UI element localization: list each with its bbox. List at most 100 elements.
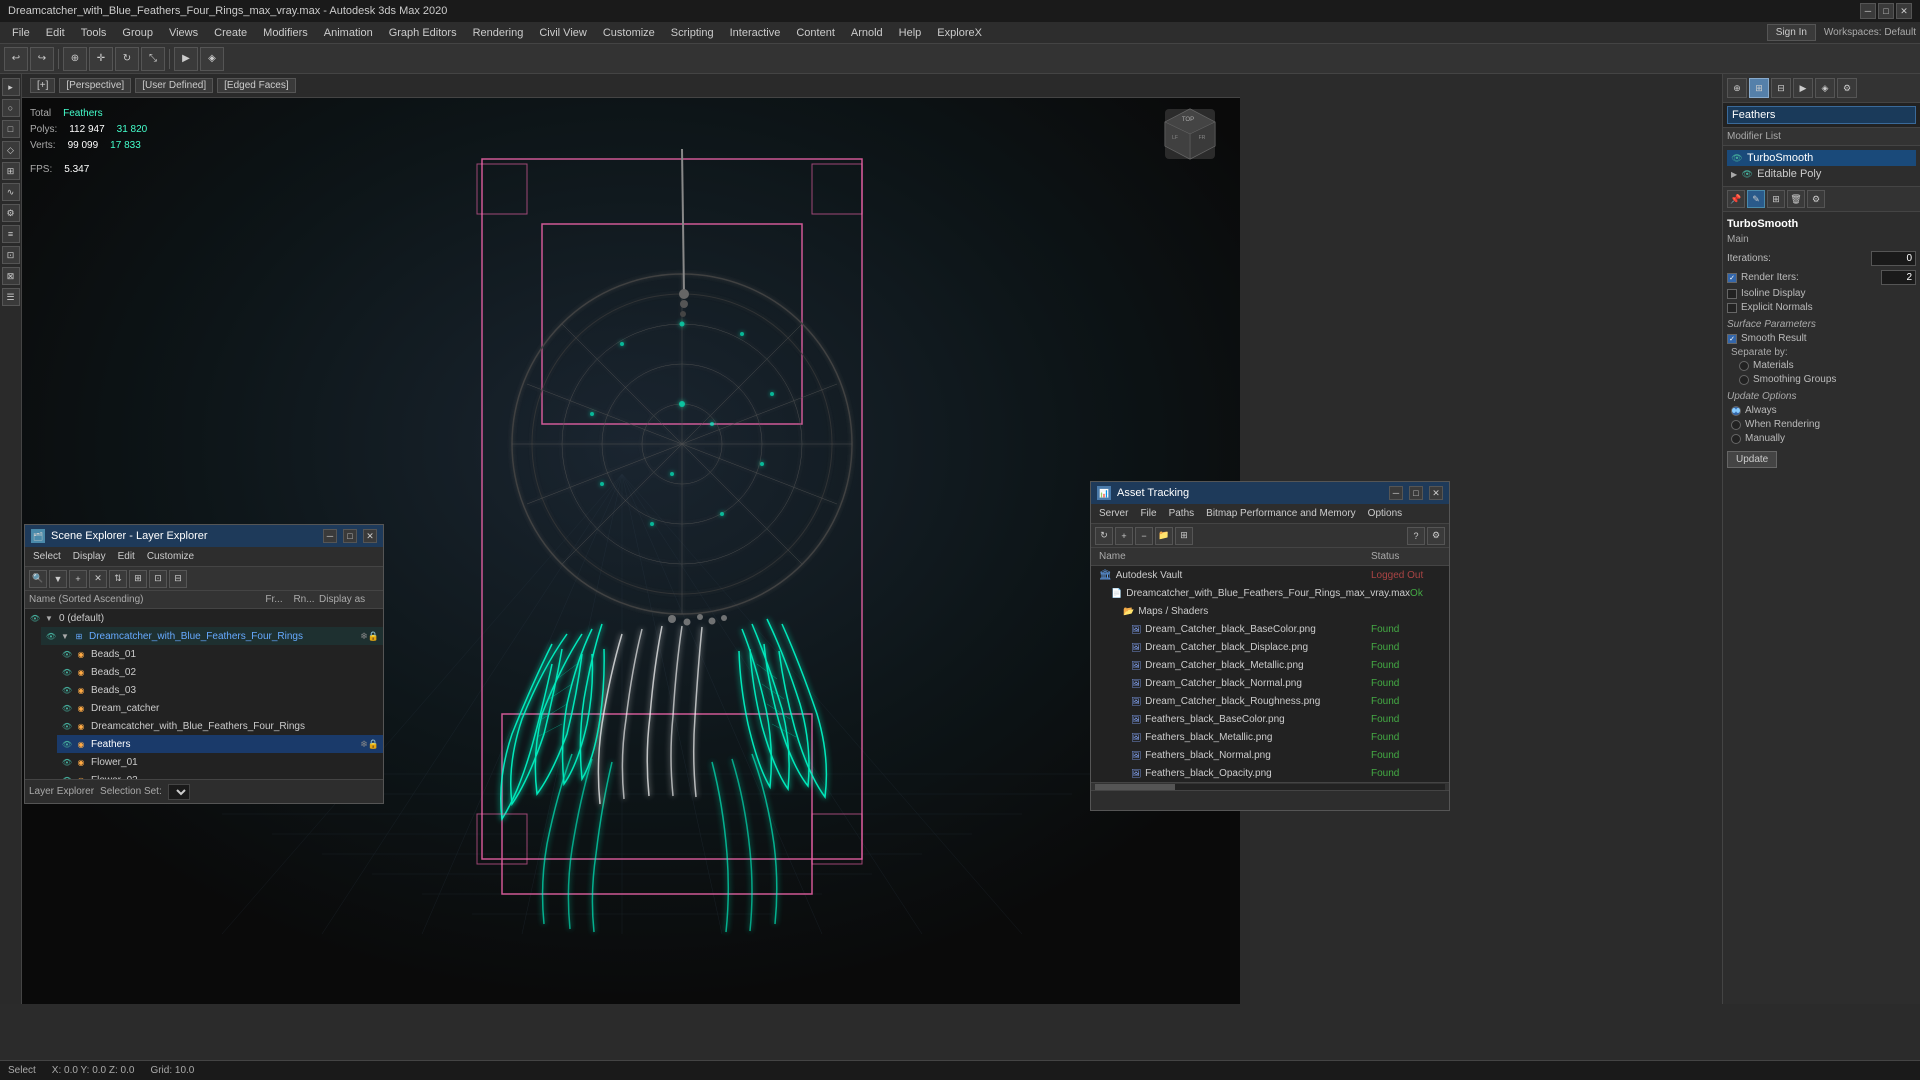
se-add-btn[interactable]: + (69, 570, 87, 588)
rp-hierarchy-icon[interactable]: ⊟ (1771, 78, 1791, 98)
se-minimize-btn[interactable]: ─ (323, 529, 337, 543)
mod-configure-btn[interactable]: ⚙ (1807, 190, 1825, 208)
vp-label-userdefined[interactable]: [User Defined] (135, 78, 213, 93)
at-row-img4[interactable]: 🖼 Dream_Catcher_black_Normal.png Found (1091, 674, 1449, 692)
se-row-beads03[interactable]: 👁 ◉ Beads_03 (57, 681, 383, 699)
isoline-checkbox[interactable] (1727, 289, 1737, 299)
mod-edit-btn[interactable]: ✎ (1747, 190, 1765, 208)
at-menu-paths[interactable]: Paths (1165, 507, 1199, 520)
at-row-img8[interactable]: 🖼 Feathers_black_Normal.png Found (1091, 746, 1449, 764)
menu-help[interactable]: Help (891, 25, 930, 41)
at-row-img9[interactable]: 🖼 Feathers_black_Opacity.png Found (1091, 764, 1449, 782)
at-row-img2[interactable]: 🖼 Dream_Catcher_black_Displace.png Found (1091, 638, 1449, 656)
smoothing-groups-radio[interactable] (1739, 375, 1749, 385)
at-menu-server[interactable]: Server (1095, 507, 1132, 520)
rp-utilities-icon[interactable]: ⚙ (1837, 78, 1857, 98)
at-menu-bitmap[interactable]: Bitmap Performance and Memory (1202, 507, 1360, 520)
minimize-button[interactable]: ─ (1860, 3, 1876, 19)
vp-label-edgedfaces[interactable]: [Edged Faces] (217, 78, 295, 93)
menu-graph-editors[interactable]: Graph Editors (381, 25, 465, 41)
menu-animation[interactable]: Animation (316, 25, 381, 41)
se-row-flower01[interactable]: 👁 ◉ Flower_01 (57, 753, 383, 771)
at-row-img7[interactable]: 🖼 Feathers_black_Metallic.png Found (1091, 728, 1449, 746)
menu-customize[interactable]: Customize (595, 25, 663, 41)
se-row-beads01[interactable]: 👁 ◉ Beads_01 (57, 645, 383, 663)
when-rendering-radio[interactable] (1731, 420, 1741, 430)
se-sort-btn[interactable]: ⇅ (109, 570, 127, 588)
rotate-button[interactable]: ↻ (115, 47, 139, 71)
iterations-input[interactable]: 0 (1871, 251, 1916, 266)
smooth-result-checkbox[interactable] (1727, 334, 1737, 344)
move-button[interactable]: ✛ (89, 47, 113, 71)
vp-label-perspective[interactable]: [Perspective] (59, 78, 131, 93)
se-row-dreamcatcher-with[interactable]: 👁 ◉ Dreamcatcher_with_Blue_Feathers_Four… (57, 717, 383, 735)
modifier-editable-poly[interactable]: ▶ 👁 Editable Poly (1727, 166, 1916, 182)
turbosmooth-eye-icon[interactable]: 👁 (1731, 152, 1743, 164)
menu-group[interactable]: Group (114, 25, 161, 41)
se-row-beads02[interactable]: 👁 ◉ Beads_02 (57, 663, 383, 681)
menu-explorex[interactable]: ExploreX (929, 25, 990, 41)
se-row-dreamcatcher[interactable]: 👁 ◉ Dream_catcher (57, 699, 383, 717)
rp-create-icon[interactable]: ⊕ (1727, 78, 1747, 98)
menu-rendering[interactable]: Rendering (465, 25, 532, 41)
undo-button[interactable]: ↩ (4, 47, 28, 71)
menu-interactive[interactable]: Interactive (722, 25, 789, 41)
render-iters-checkbox[interactable] (1727, 273, 1737, 283)
maximize-button[interactable]: □ (1878, 3, 1894, 19)
at-menu-file[interactable]: File (1136, 507, 1160, 520)
menu-views[interactable]: Views (161, 25, 206, 41)
explicit-normals-checkbox[interactable] (1727, 303, 1737, 313)
menu-tools[interactable]: Tools (73, 25, 115, 41)
manually-radio[interactable] (1731, 434, 1741, 444)
menu-civil-view[interactable]: Civil View (531, 25, 594, 41)
render-iters-input[interactable]: 2 (1881, 270, 1916, 285)
se-close-btn[interactable]: ✕ (363, 529, 377, 543)
at-minimize-btn[interactable]: ─ (1389, 486, 1403, 500)
mod-pin-btn[interactable]: 📌 (1727, 190, 1745, 208)
se-menu-display[interactable]: Display (69, 550, 110, 563)
menu-modifiers[interactable]: Modifiers (255, 25, 316, 41)
vp-label-plus[interactable]: [+] (30, 78, 55, 93)
at-settings-btn[interactable]: ⚙ (1427, 527, 1445, 545)
at-grid-btn[interactable]: ⊞ (1175, 527, 1193, 545)
rp-modify-icon[interactable]: ⊞ (1749, 78, 1769, 98)
redo-button[interactable]: ↪ (30, 47, 54, 71)
vp-icon-8[interactable]: ≡ (2, 225, 20, 243)
rp-motion-icon[interactable]: ▶ (1793, 78, 1813, 98)
se-menu-customize[interactable]: Customize (143, 550, 198, 563)
at-path-btn[interactable]: 📁 (1155, 527, 1173, 545)
close-button[interactable]: ✕ (1896, 3, 1912, 19)
menu-file[interactable]: File (4, 25, 38, 41)
modifier-turbosmooth[interactable]: 👁 TurboSmooth (1727, 150, 1916, 166)
editable-poly-eye-icon[interactable]: 👁 (1741, 168, 1753, 180)
at-add-btn[interactable]: + (1115, 527, 1133, 545)
vp-icon-3[interactable]: □ (2, 120, 20, 138)
material-editor-button[interactable]: ◈ (200, 47, 224, 71)
at-remove-btn[interactable]: − (1135, 527, 1153, 545)
render-button[interactable]: ▶ (174, 47, 198, 71)
se-filter-btn[interactable]: ▼ (49, 570, 67, 588)
se-group-btn[interactable]: ⊞ (129, 570, 147, 588)
at-row-vault[interactable]: 🏛 Autodesk Vault Logged Out (1091, 566, 1449, 584)
at-row-img5[interactable]: 🖼 Dream_Catcher_black_Roughness.png Foun… (1091, 692, 1449, 710)
selection-set-dropdown[interactable] (168, 784, 190, 800)
materials-radio[interactable] (1739, 361, 1749, 371)
menu-content[interactable]: Content (788, 25, 843, 41)
at-menu-options[interactable]: Options (1364, 507, 1406, 520)
update-button[interactable]: Update (1727, 451, 1777, 468)
se-maximize-btn[interactable]: □ (343, 529, 357, 543)
at-maximize-btn[interactable]: □ (1409, 486, 1423, 500)
se-menu-select[interactable]: Select (29, 550, 65, 563)
se-row-flower02[interactable]: 👁 ◉ Flower_02 (57, 771, 383, 779)
select-button[interactable]: ⊕ (63, 47, 87, 71)
scale-button[interactable]: ⤡ (141, 47, 165, 71)
scene-explorer-title-bar[interactable]: 🗂 Scene Explorer - Layer Explorer ─ □ ✕ (25, 525, 383, 547)
se-search-btn[interactable]: 🔍 (29, 570, 47, 588)
mod-copy-btn[interactable]: ⊞ (1767, 190, 1785, 208)
always-radio[interactable] (1731, 406, 1741, 416)
at-row-img1[interactable]: 🖼 Dream_Catcher_black_BaseColor.png Foun… (1091, 620, 1449, 638)
se-row-dreamcatcher-group[interactable]: 👁 ▼ ⊞ Dreamcatcher_with_Blue_Feathers_Fo… (41, 627, 383, 645)
vp-icon-9[interactable]: ⊡ (2, 246, 20, 264)
at-help-btn[interactable]: ? (1407, 527, 1425, 545)
at-row-maps-folder[interactable]: 📂 Maps / Shaders (1115, 602, 1449, 620)
